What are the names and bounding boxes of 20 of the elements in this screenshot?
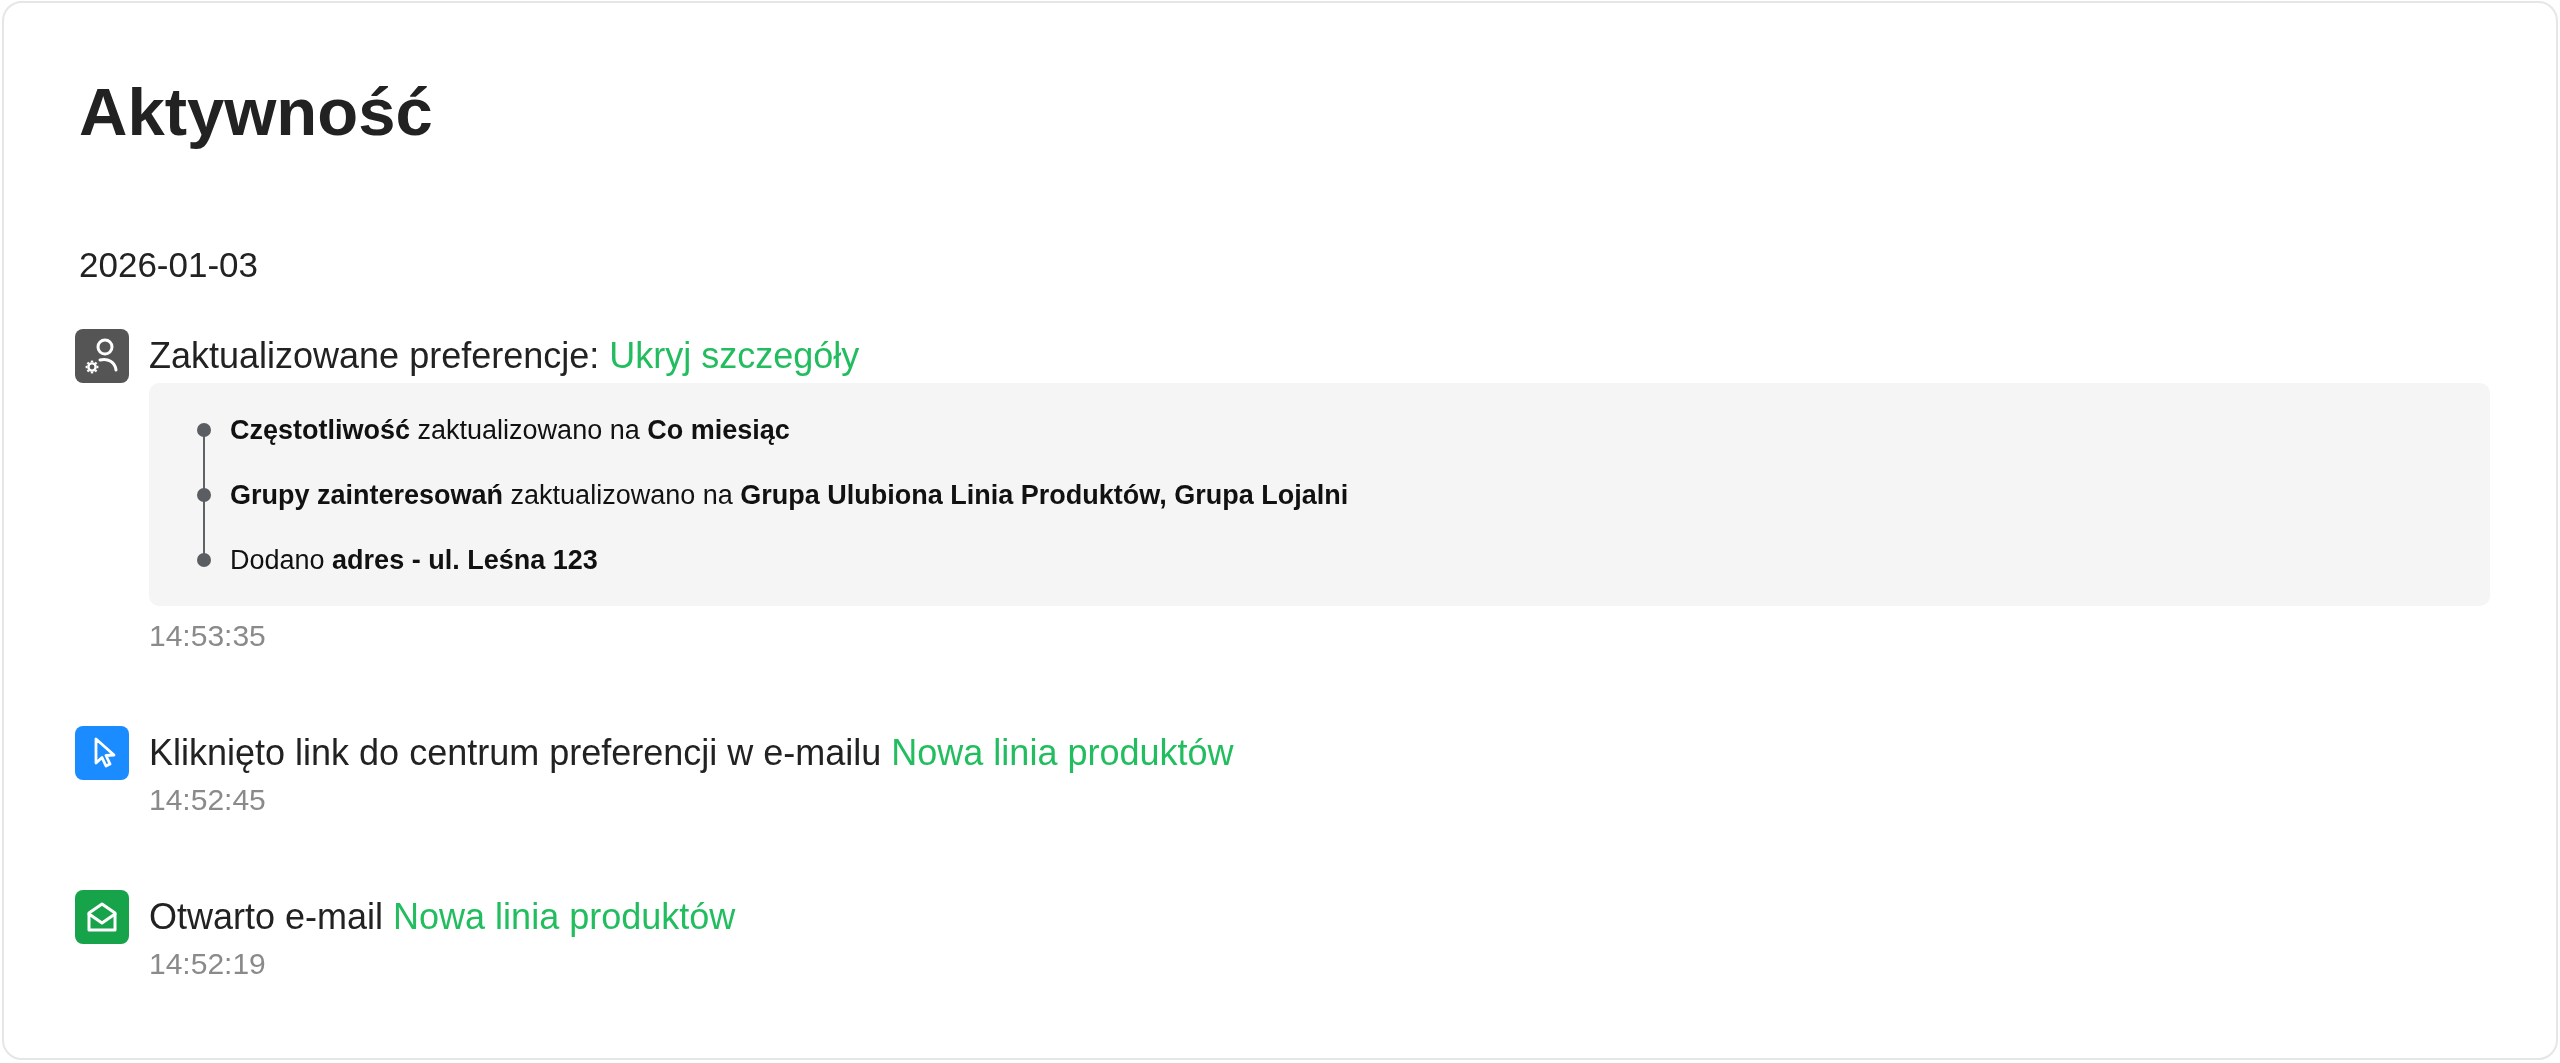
hide-details-link[interactable]: Ukryj szczegóły	[609, 335, 860, 376]
email-link[interactable]: Nowa linia produktów	[393, 896, 736, 937]
event-description: Otwarto e-mail Nowa linia produktów	[149, 895, 736, 939]
open-envelope-icon	[75, 890, 129, 944]
cursor-icon	[75, 726, 129, 780]
change-description: Częstotliwość zaktualizowano na Co miesiąc	[230, 414, 790, 447]
event-time: 14:53:35	[149, 618, 266, 654]
timeline-dot-icon	[197, 423, 211, 437]
event-time: 14:52:19	[149, 946, 266, 982]
date-heading: 2026-01-03	[79, 245, 259, 285]
event-time: 14:52:45	[149, 782, 266, 818]
change-description: Dodano adres - ul. Leśna 123	[230, 544, 598, 577]
timeline-dot-icon	[197, 553, 211, 567]
event-description: Kliknięto link do centrum preferencji w e-mailu Nowa linia produktów	[149, 731, 1234, 775]
email-link[interactable]: Nowa linia produktów	[891, 732, 1234, 773]
user-settings-icon	[75, 329, 129, 383]
change-description: Grupy zainteresowań zaktualizowano na Grupa Ulubiona Linia Produktów, Grupa Lojalni	[230, 479, 1349, 512]
activity-title: Aktywność	[79, 73, 433, 151]
event-description: Zaktualizowane preferencje: Ukryj szczegóły	[149, 334, 860, 378]
timeline-dot-icon	[197, 488, 211, 502]
